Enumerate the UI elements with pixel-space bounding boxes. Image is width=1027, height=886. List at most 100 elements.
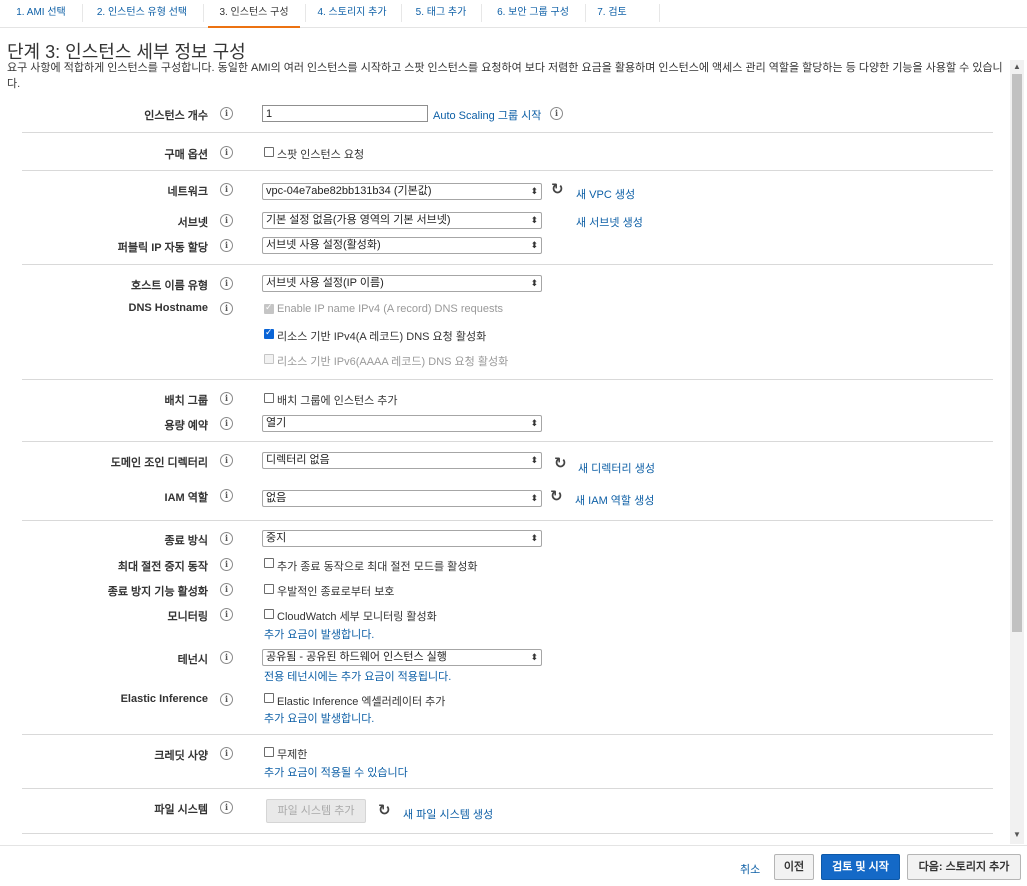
tab-separator: [305, 4, 306, 22]
hostname-type-select[interactable]: 서브넷 사용 설정(IP 이름) ⬍: [262, 275, 542, 292]
elastic-inference-checkbox[interactable]: [264, 693, 274, 703]
tab-add-tags[interactable]: 5. 태그 추가: [406, 0, 476, 26]
public-ip-value: 서브넷 사용 설정(활성화): [266, 239, 381, 251]
elastic-inference-charge-note[interactable]: 추가 요금이 발생합니다.: [264, 710, 374, 726]
iam-role-select[interactable]: 없음 ⬍: [262, 490, 542, 507]
dropdown-icon: ⬍: [530, 652, 538, 662]
vertical-scrollbar[interactable]: ▲ ▼: [1010, 60, 1024, 844]
page-description: 요구 사항에 적합하게 인스턴스를 구성합니다. 동일한 AMI의 여러 인스턴…: [7, 62, 1003, 90]
instance-count-label: 인스턴스 개수: [144, 110, 208, 122]
ip-name-ipv4-checkbox[interactable]: [264, 302, 274, 314]
info-icon[interactable]: i: [220, 392, 233, 405]
info-icon[interactable]: i: [220, 489, 233, 502]
create-subnet-link[interactable]: 새 서브넷 생성: [576, 214, 643, 230]
form-content: 인스턴스 개수 i 1 Auto Scaling 그룹 시작 i 구매 옵션 i…: [0, 96, 1010, 844]
info-icon[interactable]: i: [220, 454, 233, 467]
tab-separator: [585, 4, 586, 22]
create-directory-link[interactable]: 새 디렉터리 생성: [578, 460, 655, 476]
resource-ipv6-checkbox[interactable]: [264, 354, 274, 364]
stop-hibernate-checkbox[interactable]: [264, 558, 274, 568]
info-icon[interactable]: i: [220, 747, 233, 760]
add-file-system-button[interactable]: 파일 시스템 추가: [266, 799, 366, 823]
info-icon[interactable]: i: [220, 417, 233, 430]
unlimited-checkbox[interactable]: [264, 747, 274, 757]
tab-add-storage[interactable]: 4. 스토리지 추가: [308, 0, 396, 26]
scrollbar-thumb[interactable]: [1012, 74, 1022, 632]
divider: [22, 170, 993, 171]
placement-group-checkbox[interactable]: [264, 393, 274, 403]
divider: [22, 788, 993, 789]
divider: [22, 379, 993, 380]
info-icon[interactable]: i: [220, 302, 233, 315]
info-icon[interactable]: i: [220, 107, 233, 120]
info-icon[interactable]: i: [220, 214, 233, 227]
scroll-up-icon[interactable]: ▲: [1012, 62, 1022, 71]
info-icon[interactable]: i: [220, 239, 233, 252]
info-icon[interactable]: i: [220, 583, 233, 596]
capacity-reservation-select[interactable]: 열기 ⬍: [262, 415, 542, 432]
info-icon[interactable]: i: [220, 608, 233, 621]
termination-protection-checkbox-label: 우발적인 종료로부터 보호: [277, 586, 395, 598]
tab-configure-instance[interactable]: 3. 인스턴스 구성: [208, 0, 300, 28]
next-storage-button[interactable]: 다음: 스토리지 추가: [907, 854, 1021, 880]
cloudwatch-monitoring-checkbox[interactable]: [264, 609, 274, 619]
capacity-reservation-value: 열기: [266, 417, 287, 429]
divider: [22, 734, 993, 735]
refresh-icon[interactable]: ↻: [551, 182, 565, 197]
tab-review[interactable]: 7. 검토: [590, 0, 634, 26]
domain-join-label: 도메인 조인 디렉터리: [110, 457, 208, 469]
domain-join-select[interactable]: 디렉터리 없음 ⬍: [262, 452, 542, 469]
domain-join-value: 디렉터리 없음: [266, 454, 330, 466]
cloudwatch-monitoring-label: CloudWatch 세부 모니터링 활성화: [277, 611, 437, 623]
tab-instance-type[interactable]: 2. 인스턴스 유형 선택: [86, 0, 198, 26]
public-ip-select[interactable]: 서브넷 사용 설정(활성화) ⬍: [262, 237, 542, 254]
refresh-icon[interactable]: ↻: [550, 489, 564, 504]
tab-separator: [659, 4, 660, 22]
spot-instance-checkbox[interactable]: [264, 147, 274, 157]
resource-ipv4-checkbox[interactable]: [264, 327, 274, 339]
auto-scaling-link[interactable]: Auto Scaling 그룹 시작: [433, 107, 541, 123]
info-icon[interactable]: i: [220, 146, 233, 159]
info-icon[interactable]: i: [220, 532, 233, 545]
tenancy-select[interactable]: 공유됨 - 공유된 하드웨어 인스턴스 실행 ⬍: [262, 649, 542, 666]
dropdown-icon: ⬍: [530, 215, 538, 225]
credit-charge-note[interactable]: 추가 요금이 적용될 수 있습니다: [264, 764, 408, 780]
dropdown-icon: ⬍: [530, 278, 538, 288]
capacity-reservation-label: 용량 예약: [164, 420, 208, 432]
previous-button[interactable]: 이전: [774, 854, 814, 880]
create-vpc-link[interactable]: 새 VPC 생성: [576, 186, 635, 202]
refresh-icon[interactable]: ↻: [554, 456, 568, 471]
info-icon[interactable]: i: [220, 558, 233, 571]
tenancy-charge-note[interactable]: 전용 테넌시에는 추가 요금이 적용됩니다.: [264, 668, 451, 684]
divider: [22, 132, 993, 133]
network-select[interactable]: vpc-04e7abe82bb131b34 (기본값) ⬍: [262, 183, 542, 200]
refresh-icon[interactable]: ↻: [378, 803, 392, 818]
info-icon[interactable]: i: [550, 107, 563, 120]
info-icon[interactable]: i: [220, 651, 233, 664]
info-icon[interactable]: i: [220, 277, 233, 290]
tab-separator: [82, 4, 83, 22]
create-iam-role-link[interactable]: 새 IAM 역할 생성: [575, 492, 654, 508]
info-icon[interactable]: i: [220, 183, 233, 196]
instance-count-input[interactable]: 1: [262, 105, 428, 122]
unlimited-checkbox-label: 무제한: [277, 749, 308, 761]
elastic-inference-label: Elastic Inference: [120, 693, 208, 705]
subnet-select[interactable]: 기본 설정 없음(가용 영역의 기본 서브넷) ⬍: [262, 212, 542, 229]
termination-protection-checkbox[interactable]: [264, 584, 274, 594]
hostname-type-label: 호스트 이름 유형: [131, 280, 208, 292]
shutdown-behavior-select[interactable]: 중지 ⬍: [262, 530, 542, 547]
placement-group-label: 배치 그룹: [164, 395, 208, 407]
divider: [22, 264, 993, 265]
dropdown-icon: ⬍: [530, 533, 538, 543]
tenancy-label: 테넌시: [177, 654, 208, 666]
review-launch-button[interactable]: 검토 및 시작: [821, 854, 900, 880]
create-file-system-link[interactable]: 새 파일 시스템 생성: [403, 806, 493, 822]
monitoring-charge-note[interactable]: 추가 요금이 발생합니다.: [264, 626, 374, 642]
info-icon[interactable]: i: [220, 801, 233, 814]
dropdown-icon: ⬍: [530, 418, 538, 428]
scroll-down-icon[interactable]: ▼: [1012, 830, 1022, 839]
info-icon[interactable]: i: [220, 693, 233, 706]
tab-security-group[interactable]: 6. 보안 그룹 구성: [486, 0, 580, 26]
cancel-link[interactable]: 취소: [740, 861, 760, 877]
tab-ami[interactable]: 1. AMI 선택: [6, 0, 76, 26]
